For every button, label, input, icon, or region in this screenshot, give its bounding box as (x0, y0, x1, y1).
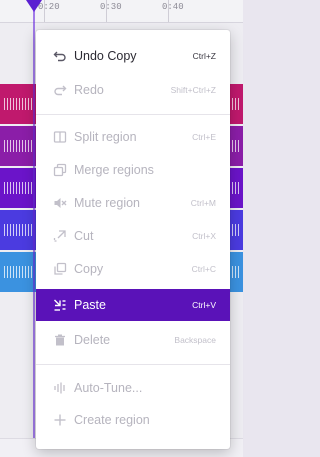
menu-item-label: Mute region (74, 196, 141, 210)
playhead-line (33, 10, 35, 457)
mute-icon (53, 196, 67, 210)
copy-icon (53, 262, 67, 276)
menu-item-label: Auto-Tune... (74, 381, 143, 395)
menu-item-split-region[interactable]: Split region Ctrl+E (36, 121, 230, 153)
menu-item-shortcut: Backspace (174, 335, 216, 345)
menu-item-label: Cut (74, 229, 94, 243)
menu-item-shortcut: Ctrl+E (192, 132, 216, 142)
menu-item-label: Create region (74, 413, 150, 427)
paste-icon (53, 298, 67, 312)
menu-item-label: Redo (74, 83, 104, 97)
menu-divider (36, 114, 230, 115)
timeline-tick: 0:30 (100, 2, 122, 12)
menu-item-merge-regions[interactable]: Merge regions (36, 154, 230, 186)
menu-item-shortcut: Ctrl+M (190, 198, 216, 208)
menu-item-undo[interactable]: Undo Copy Ctrl+Z (36, 40, 230, 72)
menu-item-copy[interactable]: Copy Ctrl+C (36, 253, 230, 285)
context-menu: Undo Copy Ctrl+Z Redo Shift+Ctrl+Z Split… (36, 30, 230, 449)
menu-item-redo[interactable]: Redo Shift+Ctrl+Z (36, 74, 230, 106)
menu-item-label: Split region (74, 130, 137, 144)
menu-item-label: Delete (74, 333, 111, 347)
menu-item-shortcut: Ctrl+C (191, 264, 216, 274)
redo-icon (53, 83, 67, 97)
menu-divider (36, 364, 230, 365)
cut-icon (53, 229, 67, 243)
menu-item-shortcut: Ctrl+V (192, 300, 216, 310)
menu-item-shortcut: Shift+Ctrl+Z (170, 85, 216, 95)
menu-item-label: Paste (74, 298, 106, 312)
menu-item-paste[interactable]: Paste Ctrl+V (36, 289, 230, 321)
menu-item-create-region[interactable]: Create region (36, 404, 230, 436)
menu-item-shortcut: Ctrl+Z (192, 51, 216, 61)
menu-item-label: Merge regions (74, 163, 154, 177)
menu-item-auto-tune[interactable]: Auto-Tune... (36, 372, 230, 404)
undo-icon (53, 49, 67, 63)
trash-icon (53, 333, 67, 347)
timeline-tick: 0:40 (162, 2, 184, 12)
menu-item-label: Undo Copy (74, 49, 137, 63)
menu-item-mute-region[interactable]: Mute region Ctrl+M (36, 187, 230, 219)
menu-item-cut[interactable]: Cut Ctrl+X (36, 220, 230, 252)
autotune-icon (53, 381, 67, 395)
menu-item-label: Copy (74, 262, 104, 276)
split-icon (53, 130, 67, 144)
menu-item-delete[interactable]: Delete Backspace (36, 324, 230, 356)
menu-item-shortcut: Ctrl+X (192, 231, 216, 241)
merge-icon (53, 163, 67, 177)
plus-icon (53, 413, 67, 427)
